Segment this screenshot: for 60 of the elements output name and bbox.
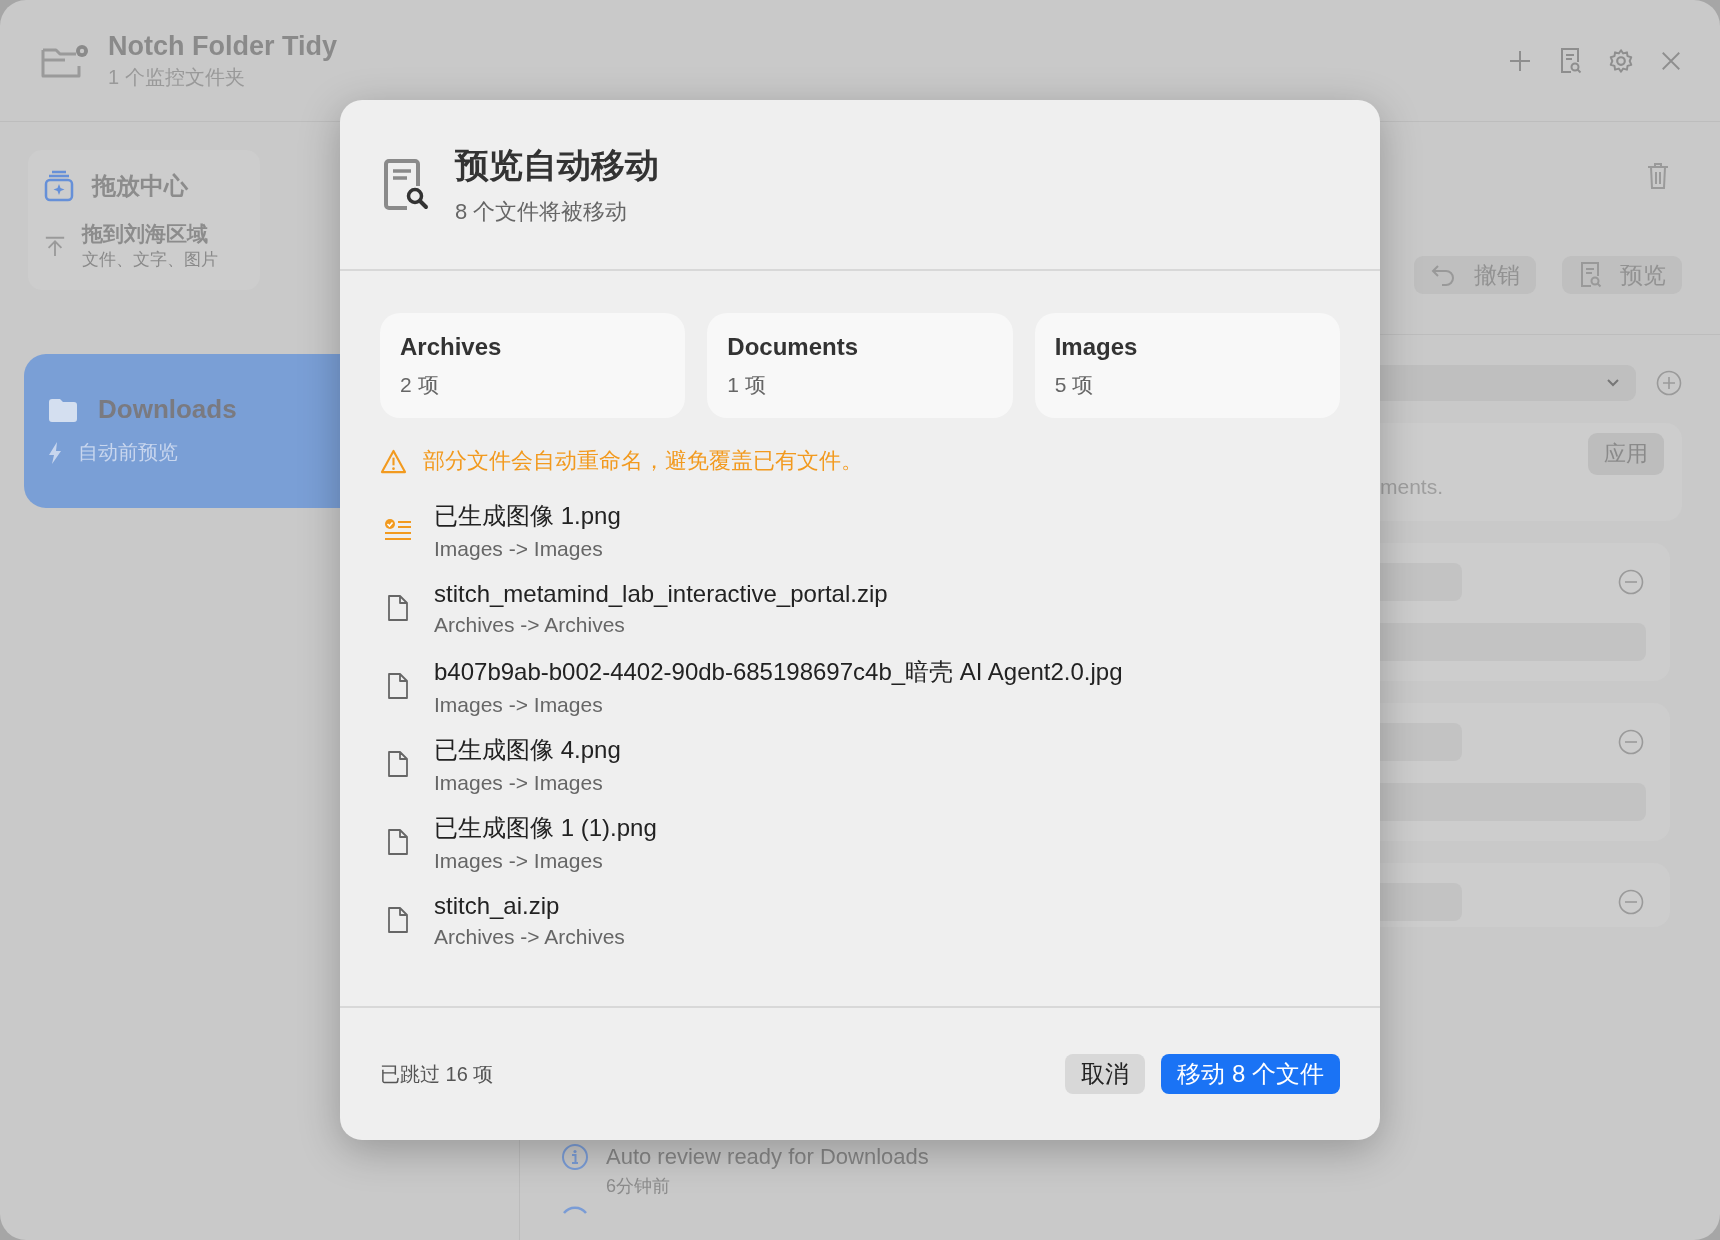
file-route: Archives -> Archives [434, 924, 625, 949]
file-route: Images -> Images [434, 770, 604, 795]
activity-message: Auto review ready for Downloads [606, 1144, 929, 1170]
warning-icon [380, 448, 407, 474]
category-count: 2 项 [400, 372, 440, 398]
file-name: stitch_metamind_lab_interactive_portal.zip [434, 579, 888, 608]
drop-target-label: 拖到刘海区域 [82, 221, 209, 247]
input-field[interactable] [1380, 723, 1462, 761]
folder-name: Downloads [98, 394, 237, 425]
add-icon[interactable] [1508, 48, 1532, 73]
activity-time: 6分钟前 [606, 1175, 671, 1198]
category-name: Images [1054, 333, 1139, 361]
spinner-icon [562, 1206, 588, 1214]
file-name: b407b9ab-b002-4402-90db-685198697c4b_暗壳 AI Agent2.0.jpg [434, 656, 1123, 687]
input-field[interactable] [1380, 563, 1462, 601]
category-name: Documents [727, 333, 859, 361]
undo-arrow-icon [1430, 263, 1456, 287]
tray-sparkle-icon [44, 170, 74, 202]
folder-icon [48, 397, 78, 422]
remove-circle-icon[interactable] [1618, 729, 1644, 755]
dialog-subtitle: 8 个文件将被移动 [455, 197, 629, 226]
dialog-title: 预览自动移动 [455, 144, 659, 186]
file-route: Images -> Images [434, 692, 604, 717]
file-route: Images -> Images [434, 848, 604, 873]
remove-circle-icon[interactable] [1618, 889, 1644, 915]
chevron-down-icon [1606, 378, 1620, 388]
move-files-button[interactable]: 移动 8 个文件 [1161, 1054, 1340, 1094]
warning-message: 部分文件会自动重命名，避免覆盖已有文件。 [423, 447, 863, 475]
category-count: 1 项 [727, 372, 767, 398]
document-search-icon[interactable] [1558, 46, 1582, 75]
drop-center-title: 拖放中心 [92, 171, 188, 201]
info-icon [562, 1144, 588, 1170]
drop-hint: 文件、文字、图片 [82, 249, 218, 271]
skipped-count: 已跳过 16 项 [380, 1061, 494, 1087]
document-search-icon [383, 157, 429, 212]
add-circle-icon[interactable] [1656, 370, 1682, 396]
lightning-icon [48, 441, 62, 464]
file-name: 已生成图像 4.png [434, 734, 621, 765]
checklist-icon [384, 517, 412, 543]
upload-arrow-icon [44, 234, 66, 257]
cancel-button[interactable]: 取消 [1065, 1054, 1146, 1094]
input-field[interactable] [1380, 783, 1646, 821]
category-name: Archives [400, 333, 503, 361]
dropdown[interactable] [1380, 365, 1636, 401]
remove-circle-icon[interactable] [1618, 569, 1644, 595]
drop-center-card[interactable]: 拖放中心 拖到刘海区域 文件、文字、图片 [28, 150, 260, 290]
document-search-icon [1578, 261, 1602, 289]
file-route: Archives -> Archives [434, 612, 626, 637]
close-icon[interactable] [1660, 49, 1682, 72]
trash-icon[interactable] [1646, 162, 1670, 190]
settings-icon[interactable] [1608, 47, 1634, 74]
file-route: Images -> Images [434, 536, 604, 561]
app-title: Notch Folder Tidy [108, 30, 337, 62]
input-field[interactable] [1380, 883, 1462, 921]
file-name: 已生成图像 1 (1).png [434, 812, 657, 843]
input-field[interactable] [1380, 623, 1646, 661]
folder-mode: 自动前预览 [78, 440, 178, 465]
file-name: 已生成图像 1.png [434, 500, 621, 531]
file-name: stitch_ai.zip [434, 891, 561, 920]
category-count: 5 项 [1054, 372, 1095, 398]
